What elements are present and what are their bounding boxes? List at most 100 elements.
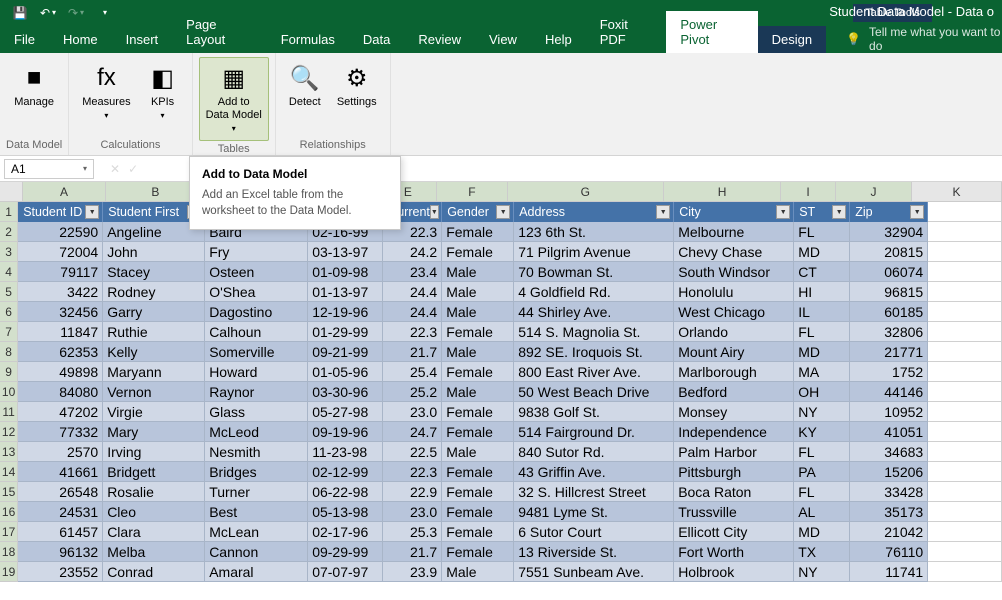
- cell[interactable]: 20815: [850, 242, 928, 262]
- cell[interactable]: HI: [794, 282, 850, 302]
- cell[interactable]: Howard: [205, 362, 308, 382]
- cell[interactable]: 77332: [18, 422, 103, 442]
- cell[interactable]: 123 6th St.: [514, 222, 674, 242]
- cell[interactable]: Turner: [205, 482, 308, 502]
- cell[interactable]: 4 Goldfield Rd.: [514, 282, 674, 302]
- cell[interactable]: [928, 462, 1002, 482]
- cell[interactable]: Orlando: [674, 322, 794, 342]
- cell[interactable]: Best: [205, 502, 308, 522]
- cell[interactable]: IL: [794, 302, 850, 322]
- row-header[interactable]: 13: [0, 442, 18, 462]
- tab-file[interactable]: File: [0, 26, 49, 53]
- cell[interactable]: Male: [442, 342, 514, 362]
- tab-view[interactable]: View: [475, 26, 531, 53]
- row-header[interactable]: 8: [0, 342, 18, 362]
- cell[interactable]: 24.7: [383, 422, 442, 442]
- cell[interactable]: 06074: [850, 262, 928, 282]
- cell[interactable]: NY: [794, 562, 850, 582]
- filter-dropdown-icon[interactable]: ▼: [776, 205, 790, 219]
- cell[interactable]: 23.0: [383, 502, 442, 522]
- row-header[interactable]: 19: [0, 562, 18, 582]
- filter-dropdown-icon[interactable]: ▼: [656, 205, 670, 219]
- cell[interactable]: Monsey: [674, 402, 794, 422]
- cell[interactable]: 23552: [18, 562, 103, 582]
- cell[interactable]: FL: [794, 322, 850, 342]
- cell[interactable]: 1752: [850, 362, 928, 382]
- cell[interactable]: 21.7: [383, 542, 442, 562]
- cell[interactable]: [928, 522, 1002, 542]
- cell[interactable]: Amaral: [205, 562, 308, 582]
- cell[interactable]: [928, 482, 1002, 502]
- cell[interactable]: Female: [442, 522, 514, 542]
- filter-dropdown-icon[interactable]: ▼: [496, 205, 510, 219]
- cell[interactable]: Male: [442, 282, 514, 302]
- cell[interactable]: 2570: [18, 442, 103, 462]
- cell[interactable]: 09-19-96: [308, 422, 383, 442]
- cell[interactable]: Pittsburgh: [674, 462, 794, 482]
- column-header[interactable]: K: [912, 182, 1002, 202]
- cell[interactable]: 06-22-98: [308, 482, 383, 502]
- cell[interactable]: 25.2: [383, 382, 442, 402]
- cell[interactable]: [928, 242, 1002, 262]
- cell[interactable]: 01-13-97: [308, 282, 383, 302]
- column-header[interactable]: H: [664, 182, 781, 202]
- cell[interactable]: Mary: [103, 422, 205, 442]
- cell[interactable]: John: [103, 242, 205, 262]
- cell[interactable]: [928, 302, 1002, 322]
- cell[interactable]: Female: [442, 402, 514, 422]
- row-header[interactable]: 16: [0, 502, 18, 522]
- cell[interactable]: 21.7: [383, 342, 442, 362]
- tab-help[interactable]: Help: [531, 26, 586, 53]
- cell[interactable]: 12-19-96: [308, 302, 383, 322]
- cell[interactable]: 32806: [850, 322, 928, 342]
- save-button[interactable]: 💾: [8, 2, 32, 24]
- cell[interactable]: 32456: [18, 302, 103, 322]
- cell[interactable]: 84080: [18, 382, 103, 402]
- cell[interactable]: 79117: [18, 262, 103, 282]
- cell[interactable]: 3422: [18, 282, 103, 302]
- cell[interactable]: FL: [794, 482, 850, 502]
- tab-design[interactable]: Design: [758, 26, 826, 53]
- cell[interactable]: 76110: [850, 542, 928, 562]
- cell[interactable]: OH: [794, 382, 850, 402]
- cell[interactable]: 26548: [18, 482, 103, 502]
- cell[interactable]: Male: [442, 382, 514, 402]
- cell[interactable]: 03-13-97: [308, 242, 383, 262]
- cell[interactable]: 35173: [850, 502, 928, 522]
- cell[interactable]: 50 West Beach Drive: [514, 382, 674, 402]
- cell[interactable]: Somerville: [205, 342, 308, 362]
- cell[interactable]: Trussville: [674, 502, 794, 522]
- row-header[interactable]: 9: [0, 362, 18, 382]
- cell[interactable]: 44 Shirley Ave.: [514, 302, 674, 322]
- filter-dropdown-icon[interactable]: ▼: [430, 205, 439, 219]
- cell[interactable]: West Chicago: [674, 302, 794, 322]
- cell[interactable]: KY: [794, 422, 850, 442]
- cell[interactable]: [928, 562, 1002, 582]
- cell[interactable]: 9838 Golf St.: [514, 402, 674, 422]
- cell[interactable]: Rodney: [103, 282, 205, 302]
- row-header[interactable]: 2: [0, 222, 18, 242]
- cell[interactable]: Conrad: [103, 562, 205, 582]
- cell[interactable]: Bridgett: [103, 462, 205, 482]
- cell[interactable]: Melba: [103, 542, 205, 562]
- row-header[interactable]: 7: [0, 322, 18, 342]
- cell[interactable]: Rosalie: [103, 482, 205, 502]
- cell[interactable]: 11847: [18, 322, 103, 342]
- cell[interactable]: 41051: [850, 422, 928, 442]
- cell[interactable]: MD: [794, 522, 850, 542]
- cell[interactable]: Osteen: [205, 262, 308, 282]
- cell[interactable]: 02-17-96: [308, 522, 383, 542]
- cell[interactable]: 23.0: [383, 402, 442, 422]
- row-header[interactable]: 11: [0, 402, 18, 422]
- cell[interactable]: 13 Riverside St.: [514, 542, 674, 562]
- cell[interactable]: Female: [442, 542, 514, 562]
- cell[interactable]: 07-07-97: [308, 562, 383, 582]
- row-header[interactable]: 18: [0, 542, 18, 562]
- cell[interactable]: 05-27-98: [308, 402, 383, 422]
- cell[interactable]: 25.4: [383, 362, 442, 382]
- table-header-cell[interactable]: Gender▼: [442, 202, 514, 222]
- cell[interactable]: 70 Bowman St.: [514, 262, 674, 282]
- qat-customize[interactable]: ▾: [92, 2, 116, 24]
- tab-page-layout[interactable]: Page Layout: [172, 11, 267, 53]
- tab-data[interactable]: Data: [349, 26, 404, 53]
